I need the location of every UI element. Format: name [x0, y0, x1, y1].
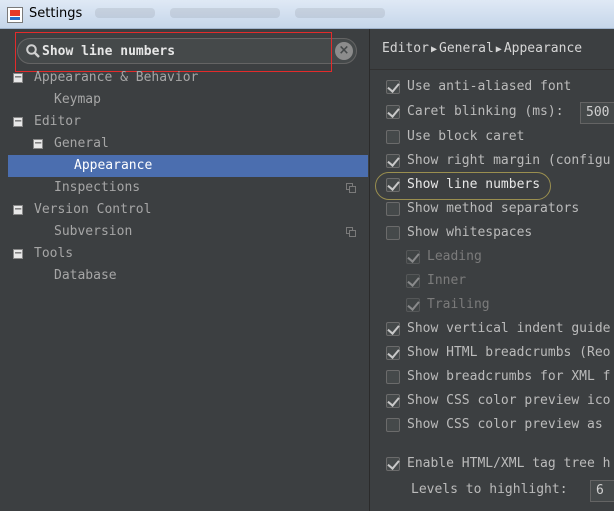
checkbox[interactable]: [386, 178, 400, 192]
option-label: Show CSS color preview as: [407, 417, 603, 432]
option-label: Show line numbers: [407, 177, 541, 192]
option-label: Leading: [427, 249, 482, 264]
tree-item-appearance[interactable]: Appearance: [8, 155, 368, 177]
breadcrumb-item: General: [439, 41, 494, 56]
levels-label: Levels to highlight:: [411, 482, 568, 497]
blurred-title-area: [170, 8, 280, 18]
tree-item-label: Tools: [34, 246, 74, 261]
collapse-toggle-icon[interactable]: −: [13, 249, 23, 259]
option-label: Show right margin (configu: [407, 153, 611, 168]
app-icon: [7, 7, 23, 23]
collapse-toggle-icon[interactable]: −: [33, 139, 43, 149]
tree-item-label: General: [54, 136, 109, 151]
option-label: Use block caret: [407, 129, 525, 144]
checkbox[interactable]: [386, 105, 400, 119]
tree-item-label: Appearance: [74, 158, 153, 173]
option-label: Caret blinking (ms):: [407, 104, 564, 119]
checkbox[interactable]: [386, 370, 400, 384]
option-label: Enable HTML/XML tag tree h: [407, 456, 611, 471]
breadcrumb-arrow-icon: ▶: [430, 44, 437, 55]
checkbox[interactable]: [386, 457, 400, 471]
checkbox[interactable]: [386, 130, 400, 144]
option-label: Show HTML breadcrumbs (Reo: [407, 345, 611, 360]
checkbox[interactable]: [386, 418, 400, 432]
collapse-toggle-icon[interactable]: −: [13, 117, 23, 127]
checkbox[interactable]: [386, 226, 400, 240]
checkbox[interactable]: [386, 346, 400, 360]
settings-content: Editor ▶ General ▶ Appearance Use anti-alias…: [370, 29, 614, 511]
tree-item-label: Database: [54, 268, 117, 283]
breadcrumb-item: Editor: [382, 41, 429, 56]
option-caret-blinking[interactable]: Caret blinking (ms): 500: [386, 101, 614, 124]
checkbox[interactable]: [386, 154, 400, 168]
option-label: Show breadcrumbs for XML f: [407, 369, 611, 384]
tree-item-label: Subversion: [54, 224, 133, 239]
tree-item-keymap[interactable]: Keymap: [8, 89, 368, 111]
option-label: Trailing: [427, 297, 490, 312]
header-divider: [370, 69, 614, 70]
breadcrumb-arrow-icon: ▶: [495, 44, 502, 55]
project-settings-icon: [346, 183, 356, 193]
tree-item-editor[interactable]: − Editor: [8, 111, 368, 133]
tree-item-label: Appearance & Behavior: [34, 70, 199, 85]
settings-sidebar: × − Appearance & Behavior Keymap − Edito…: [0, 29, 369, 511]
tree-item-inspections[interactable]: Inspections: [8, 177, 368, 199]
option-label: Show vertical indent guide: [407, 321, 611, 336]
checkbox[interactable]: [386, 394, 400, 408]
option-label: Use anti-aliased font: [407, 79, 572, 94]
clear-search-icon[interactable]: ×: [335, 42, 353, 60]
breadcrumb-item: Appearance: [503, 41, 583, 56]
checkbox[interactable]: [386, 80, 400, 94]
tree-item-label: Keymap: [54, 92, 101, 107]
tree-item-subversion[interactable]: Subversion: [8, 221, 368, 243]
breadcrumb: Editor ▶ General ▶ Appearance: [382, 41, 582, 56]
tree-item-label: Inspections: [54, 180, 141, 195]
window-title: Settings: [29, 6, 83, 21]
checkbox: [406, 250, 420, 264]
project-settings-icon: [346, 227, 356, 237]
tree-item-appearance-behavior[interactable]: − Appearance & Behavior: [8, 67, 368, 89]
tree-item-general[interactable]: − General: [8, 133, 368, 155]
annotation-highlight-box: [15, 32, 332, 72]
option-label: Show whitespaces: [407, 225, 533, 240]
tree-item-label: Version Control: [34, 202, 152, 217]
title-bar: Settings: [0, 0, 614, 29]
checkbox[interactable]: [386, 202, 400, 216]
checkbox: [406, 274, 420, 288]
levels-input[interactable]: 6: [590, 480, 614, 502]
checkbox: [406, 298, 420, 312]
blurred-title-area: [295, 8, 385, 18]
option-label: Show method separators: [407, 201, 580, 216]
collapse-toggle-icon[interactable]: −: [13, 73, 23, 83]
tree-item-tools[interactable]: − Tools: [8, 243, 368, 265]
checkbox[interactable]: [386, 322, 400, 336]
caret-blink-ms-input[interactable]: 500: [580, 102, 614, 124]
option-label: Inner: [427, 273, 467, 288]
option-label: Show CSS color preview ico: [407, 393, 611, 408]
levels-to-highlight-row: Levels to highlight: 6: [411, 479, 614, 502]
blurred-title-area: [95, 8, 155, 18]
tree-item-label: Editor: [34, 114, 81, 129]
tree-item-database[interactable]: Database: [8, 265, 368, 287]
collapse-toggle-icon[interactable]: −: [13, 205, 23, 215]
tree-item-version-control[interactable]: − Version Control: [8, 199, 368, 221]
